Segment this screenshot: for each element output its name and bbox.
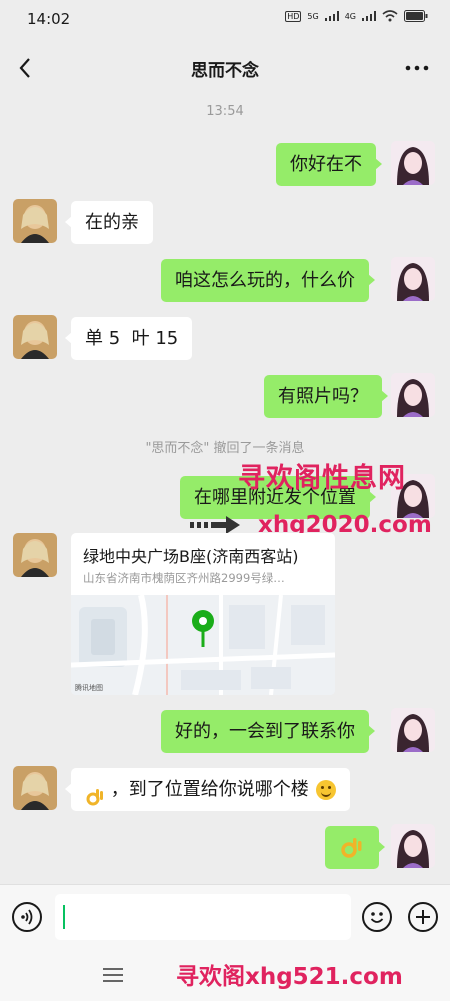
message-bubble-sent[interactable]: 好的，一会到了联系你 [161,710,375,753]
message-timestamp: 13:54 [206,104,244,119]
message-bubble-sent[interactable] [325,826,385,869]
voice-icon [21,909,33,925]
text-cursor [63,905,65,929]
smile-emoji-icon [316,780,337,800]
message-input[interactable] [55,894,351,940]
my-avatar[interactable] [391,708,435,752]
ok-hand-emoji-icon [85,780,105,806]
my-avatar[interactable] [391,373,435,417]
message-bubble-sent[interactable]: 你好在不 [276,143,382,186]
signal-icon-2 [362,11,376,21]
signal-icon [324,11,339,21]
message-bubble-received[interactable]: 在的亲 [65,201,153,244]
location-title: 绿地中央广场B座(济南西客站) [83,547,299,566]
message-bubble-sent[interactable]: 有照片吗？ [264,375,388,418]
location-map: 腾讯地图 [71,594,335,695]
my-avatar[interactable] [391,257,435,301]
location-card[interactable]: 绿地中央广场B座(济南西客站) 山东省济南市槐荫区齐州路2999号绿… 腾讯地图 [71,533,335,695]
status-time: 14:02 [27,10,71,28]
more-functions-button[interactable] [408,902,438,932]
hd-badge: HD [285,10,302,22]
contact-avatar[interactable] [13,766,57,810]
message-bubble-sent[interactable]: 咱这怎么玩的，什么价 [161,259,375,302]
watermark-bottom: 寻欢阁xhg521.com [176,964,403,990]
emoji-button[interactable] [362,902,392,932]
plus-icon [416,910,430,924]
voice-input-button[interactable] [12,902,42,932]
contact-avatar[interactable] [13,199,57,243]
location-pin-icon [192,610,214,647]
my-avatar[interactable] [391,141,435,185]
map-provider-label: 腾讯地图 [75,684,103,692]
input-bar: 寻欢阁xhg521.com [0,884,450,1001]
network-4g-label: 4G [344,11,356,21]
watermark-top: 寻欢阁性息网 [238,463,406,494]
smile-icon [370,912,384,923]
location-address: 山东省济南市槐荫区齐州路2999号绿… [83,571,285,585]
my-avatar[interactable] [391,824,435,868]
message-bubble-received[interactable]: 单 5 叶 15 [64,317,193,360]
status-bar: 14:02 HD 5G 4G [0,0,450,40]
message-bubble-received[interactable]: ，到了位置给你说哪个楼 [64,768,351,811]
chat-header: 思而不念 [0,40,450,96]
battery-icon [404,10,428,22]
contact-avatar[interactable] [13,533,57,577]
status-icons: HD 5G 4G [285,10,428,22]
chat-title: 思而不念 [191,61,259,81]
wifi-icon [382,10,398,22]
more-dots-icon[interactable] [404,54,430,82]
network-5g-label: 5G [307,11,319,21]
ok-gesture-emoji-icon [341,838,362,858]
recall-notice: "思而不念" 撤回了一条消息 [145,441,305,456]
contact-avatar[interactable] [13,315,57,359]
message-text: ，到了位置给你说哪个楼 [110,779,309,800]
menu-icon[interactable] [101,965,125,985]
